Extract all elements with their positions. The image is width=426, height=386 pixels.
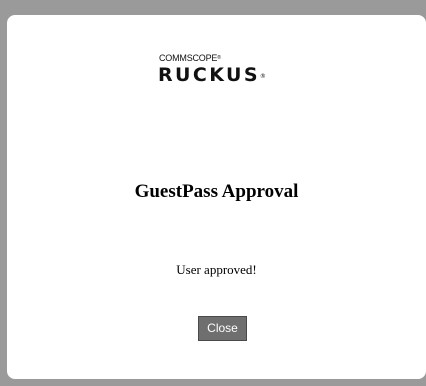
approval-dialog: COMMSCOPE® RUCKUS® GuestPass Approval Us… — [7, 15, 426, 379]
ruckus-logo: COMMSCOPE® RUCKUS® — [158, 53, 288, 86]
page-background: COMMSCOPE® RUCKUS® GuestPass Approval Us… — [0, 0, 426, 386]
status-message: User approved! — [176, 262, 257, 277]
page-title: GuestPass Approval — [134, 181, 299, 202]
close-button[interactable]: Close — [198, 316, 247, 341]
ruckus-wordmark: RUCKUS® — [158, 64, 266, 86]
commscope-wordmark: COMMSCOPE® — [159, 53, 221, 63]
